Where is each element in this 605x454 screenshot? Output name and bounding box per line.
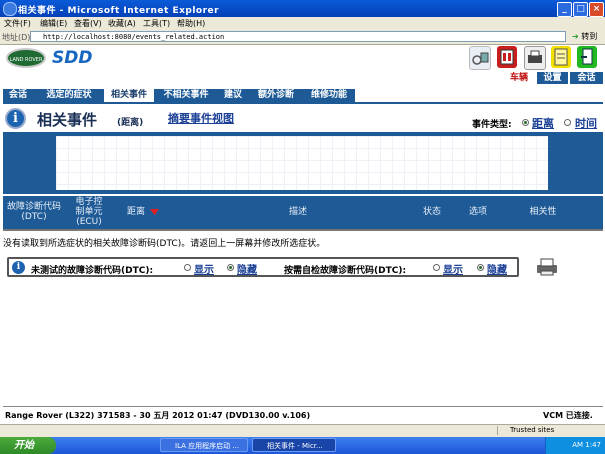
- tab-vehicle[interactable]: 车辆: [503, 72, 535, 84]
- menu-tools[interactable]: 工具(T): [143, 18, 170, 29]
- fuse-glyph-icon: [500, 49, 514, 65]
- start-button[interactable]: 开始: [0, 437, 56, 454]
- exit-glyph-icon: [581, 48, 593, 65]
- window-title: 相关事件 - Microsoft Internet Explorer: [18, 6, 220, 16]
- browser-status-bar: Trusted sites: [0, 424, 605, 437]
- address-label: 地址(D): [2, 33, 31, 42]
- network-glyph-icon: [472, 52, 489, 65]
- url-input[interactable]: http://localhost:8080/events_related.act…: [30, 31, 566, 42]
- footer-divider: [3, 406, 603, 407]
- nav-related-events[interactable]: 相关事件: [104, 89, 154, 102]
- event-type-label: 事件类型:: [472, 120, 512, 130]
- notes-tool-icon[interactable]: [551, 46, 571, 68]
- untested-dtc-label: 未测试的故障诊断代码(DTC):: [31, 266, 154, 276]
- info-icon-small: i: [12, 261, 25, 274]
- info-icon: i: [5, 108, 26, 129]
- security-zone: Trusted sites: [497, 426, 603, 435]
- printer-glyph-icon: [528, 50, 542, 63]
- tab-session[interactable]: 会话: [570, 72, 603, 84]
- event-type-distance-radio[interactable]: [522, 119, 529, 126]
- nav-selected-symptoms[interactable]: 选定的症状: [35, 89, 103, 102]
- taskbar-item-ila[interactable]: ILA 应用程序启动 ...: [160, 438, 248, 452]
- col-relevance[interactable]: 相关性: [523, 207, 563, 217]
- event-graph-canvas[interactable]: [56, 136, 548, 190]
- col-status[interactable]: 状态: [417, 207, 447, 217]
- nav-recommendations[interactable]: 建议: [218, 89, 248, 102]
- graph-grid: [56, 136, 548, 190]
- address-bar: 地址(D) http://localhost:8080/events_relat…: [0, 30, 605, 45]
- event-type-time-radio[interactable]: [564, 119, 571, 126]
- on-demand-show-link[interactable]: 显示: [443, 261, 463, 276]
- main-nav: 会话 选定的症状 相关事件 不相关事件 建议 额外诊断 维修功能: [3, 89, 355, 102]
- sort-label: (距离): [117, 118, 144, 128]
- logo-text: LAND ROVER: [9, 57, 43, 63]
- menu-file[interactable]: 文件(F): [4, 18, 31, 29]
- taskbar-item-related-events[interactable]: 相关事件 - Micr...: [252, 438, 336, 452]
- untested-hide-radio[interactable]: [227, 264, 234, 271]
- fuse-box-icon[interactable]: [497, 46, 517, 68]
- print-tool-icon[interactable]: [524, 46, 546, 70]
- summary-events-link[interactable]: 摘要事件视图: [168, 110, 234, 126]
- nav-divider: [3, 102, 603, 104]
- maximize-button[interactable]: □: [573, 2, 588, 17]
- ie-icon: [3, 2, 17, 16]
- tab-settings[interactable]: 设置: [537, 72, 568, 84]
- menu-favorites[interactable]: 收藏(A): [108, 18, 136, 29]
- exit-tool-icon[interactable]: [577, 46, 597, 68]
- no-dtc-message: 没有读取到所选症状的相关故障诊断码(DTC)。请返回上一屏幕并修改所选症状。: [3, 239, 326, 249]
- menu-bar: 文件(F) 编辑(E) 查看(V) 收藏(A) 工具(T) 帮助(H): [0, 17, 605, 31]
- untested-show-link[interactable]: 显示: [194, 261, 214, 276]
- close-button[interactable]: ×: [589, 2, 604, 17]
- system-clock[interactable]: AM 1:47: [545, 437, 605, 454]
- network-tool-icon[interactable]: [469, 46, 491, 70]
- window-titlebar[interactable]: 相关事件 - Microsoft Internet Explorer _ □ ×: [0, 0, 605, 17]
- col-options[interactable]: 选项: [463, 207, 493, 217]
- table-header: 故障诊断代码 (DTC) 电子控 制单元 (ECU) 距离 描述 状态 选项 相…: [3, 196, 603, 229]
- nav-session[interactable]: 会话: [3, 89, 33, 102]
- untested-hide-link[interactable]: 隐藏: [237, 261, 257, 276]
- menu-view[interactable]: 查看(V): [74, 18, 102, 29]
- event-type-time-link[interactable]: 时间: [575, 115, 597, 131]
- col-dtc[interactable]: 故障诊断代码 (DTC): [3, 202, 65, 222]
- go-label: 转到: [581, 32, 598, 41]
- page-title: 相关事件: [37, 111, 98, 129]
- on-demand-show-radio[interactable]: [433, 264, 440, 271]
- dtc-filter-bar: i 未测试的故障诊断代码(DTC): 显示 隐藏 按需自检故障诊断代码(DTC)…: [7, 257, 519, 277]
- printer-icon[interactable]: [535, 258, 559, 276]
- go-button[interactable]: ➔ 转到: [572, 31, 603, 43]
- on-demand-hide-radio[interactable]: [477, 264, 484, 271]
- vcm-status: VCM 已连接.: [543, 411, 593, 420]
- sdd-logo: SDD: [52, 48, 93, 68]
- go-arrow-icon: ➔: [572, 32, 579, 41]
- land-rover-logo: LAND ROVER: [6, 48, 46, 68]
- on-demand-dtc-label: 按需自检故障诊断代码(DTC):: [284, 266, 407, 276]
- nav-service-functions[interactable]: 维修功能: [303, 89, 355, 102]
- col-description[interactable]: 描述: [273, 207, 323, 217]
- on-demand-hide-link[interactable]: 隐藏: [487, 261, 507, 276]
- menu-edit[interactable]: 编辑(E): [40, 18, 67, 29]
- nav-unrelated-events[interactable]: 不相关事件: [156, 89, 216, 102]
- table-header-divider: [3, 229, 603, 231]
- col-ecu[interactable]: 电子控 制单元 (ECU): [69, 197, 109, 227]
- menu-help[interactable]: 帮助(H): [177, 18, 205, 29]
- col-distance[interactable]: 距离: [121, 207, 151, 217]
- event-type-distance-link[interactable]: 距离: [532, 115, 554, 131]
- minimize-button[interactable]: _: [557, 2, 572, 17]
- notes-glyph-icon: [554, 48, 568, 66]
- untested-show-radio[interactable]: [184, 264, 191, 271]
- nav-extra-diagnostics[interactable]: 额外诊断: [251, 89, 301, 102]
- vehicle-info: Range Rover (L322) 371583 - 30 五月 2012 0…: [5, 411, 311, 420]
- sort-desc-icon[interactable]: [150, 209, 159, 216]
